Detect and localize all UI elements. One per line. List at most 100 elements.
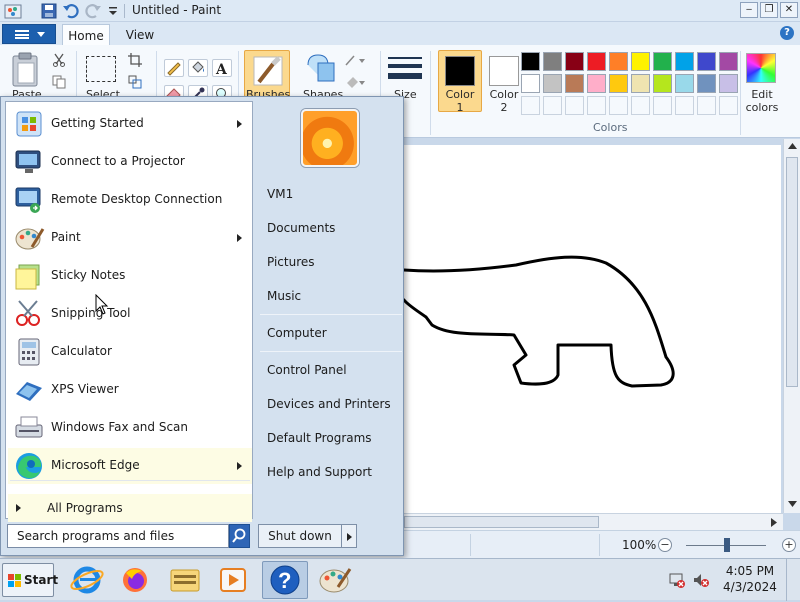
size-icon[interactable]: [388, 55, 422, 87]
tab-view[interactable]: View: [118, 24, 162, 46]
paint-app-icon[interactable]: [4, 2, 22, 20]
zoom-in-button[interactable]: +: [782, 538, 796, 552]
start-link-item[interactable]: Pictures: [267, 255, 315, 269]
pencil-tool[interactable]: [164, 59, 184, 77]
palette-swatch[interactable]: [543, 52, 562, 71]
custom-color-slot[interactable]: [675, 96, 694, 115]
custom-color-slot[interactable]: [697, 96, 716, 115]
palette-swatch[interactable]: [719, 52, 738, 71]
taskbar-internet-explorer[interactable]: [64, 561, 110, 599]
search-button[interactable]: [229, 524, 250, 548]
paste-icon[interactable]: [10, 51, 42, 89]
horizontal-scroll-thumb[interactable]: [404, 516, 599, 528]
start-program-item[interactable]: Snipping Tool: [8, 296, 252, 332]
start-program-item[interactable]: Windows Fax and Scan: [8, 410, 252, 446]
maximize-button[interactable]: ❐: [760, 2, 778, 18]
palette-swatch[interactable]: [587, 52, 606, 71]
taskbar-media-player[interactable]: [210, 561, 256, 599]
vertical-scroll-thumb[interactable]: [786, 157, 798, 387]
start-link-item[interactable]: Computer: [267, 326, 327, 340]
taskbar-file-explorer[interactable]: [162, 561, 208, 599]
search-input[interactable]: Search programs and files: [7, 524, 229, 548]
start-program-item[interactable]: Paint: [8, 220, 252, 256]
taskbar-help-support[interactable]: ?: [262, 561, 308, 599]
custom-color-slot[interactable]: [609, 96, 628, 115]
cut-icon[interactable]: [52, 53, 66, 67]
start-link-item[interactable]: Music: [267, 289, 301, 303]
minimize-button[interactable]: ‒: [740, 2, 758, 18]
custom-color-slot[interactable]: [719, 96, 738, 115]
custom-color-slot[interactable]: [543, 96, 562, 115]
zoom-out-button[interactable]: −: [658, 538, 672, 552]
palette-swatch[interactable]: [675, 52, 694, 71]
edit-colors-label[interactable]: Edit colors: [744, 88, 780, 114]
user-picture[interactable]: [301, 109, 359, 167]
tab-home[interactable]: Home: [62, 24, 110, 46]
palette-swatch[interactable]: [631, 74, 650, 93]
show-desktop-button[interactable]: [786, 559, 800, 601]
color2-button[interactable]: Color 2: [482, 50, 526, 114]
palette-swatch[interactable]: [609, 74, 628, 93]
scroll-up-icon[interactable]: [788, 143, 797, 149]
start-link-item[interactable]: Devices and Printers: [267, 397, 391, 411]
scroll-down-icon[interactable]: [788, 501, 797, 507]
palette-swatch[interactable]: [565, 74, 584, 93]
palette-swatch[interactable]: [609, 52, 628, 71]
start-program-item[interactable]: Microsoft Edge: [8, 448, 252, 484]
vertical-scrollbar[interactable]: [783, 139, 800, 513]
palette-swatch[interactable]: [653, 52, 672, 71]
palette-swatch[interactable]: [719, 74, 738, 93]
palette-swatch[interactable]: [653, 74, 672, 93]
resize-icon[interactable]: [128, 75, 142, 89]
start-link-item[interactable]: Control Panel: [267, 363, 347, 377]
palette-swatch[interactable]: [543, 74, 562, 93]
custom-color-slot[interactable]: [565, 96, 584, 115]
start-link-item[interactable]: Help and Support: [267, 465, 372, 479]
start-button[interactable]: Start: [2, 563, 58, 597]
redo-icon[interactable]: [84, 2, 102, 20]
start-program-item[interactable]: Getting Started: [8, 106, 252, 142]
start-link-item[interactable]: Documents: [267, 221, 335, 235]
fill-shape-icon[interactable]: [344, 75, 368, 89]
custom-color-slot[interactable]: [653, 96, 672, 115]
crop-icon[interactable]: [128, 53, 142, 67]
network-error-icon[interactable]: [668, 571, 686, 589]
palette-swatch[interactable]: [587, 74, 606, 93]
palette-swatch[interactable]: [631, 52, 650, 71]
start-link-item[interactable]: Default Programs: [267, 431, 372, 445]
all-programs-item[interactable]: All Programs: [8, 494, 252, 522]
customize-qat-icon[interactable]: [104, 2, 122, 20]
custom-color-slot[interactable]: [587, 96, 606, 115]
shutdown-options-button[interactable]: [341, 524, 357, 548]
shutdown-button[interactable]: Shut down: [258, 524, 342, 548]
start-program-item[interactable]: Remote Desktop Connection: [8, 182, 252, 218]
palette-swatch[interactable]: [697, 74, 716, 93]
text-tool[interactable]: A: [212, 59, 232, 78]
edit-colors-icon[interactable]: [746, 53, 776, 83]
taskbar-firefox[interactable]: [112, 561, 158, 599]
start-program-item[interactable]: XPS Viewer: [8, 372, 252, 408]
fill-tool[interactable]: [188, 59, 208, 77]
palette-swatch[interactable]: [521, 52, 540, 71]
taskbar-paint[interactable]: [312, 561, 358, 599]
palette-swatch[interactable]: [565, 52, 584, 71]
outline-icon[interactable]: [344, 53, 368, 67]
custom-color-slot[interactable]: [521, 96, 540, 115]
volume-muted-icon[interactable]: [692, 571, 710, 589]
start-program-item[interactable]: Connect to a Projector: [8, 144, 252, 180]
palette-swatch[interactable]: [521, 74, 540, 93]
palette-swatch[interactable]: [675, 74, 694, 93]
file-menu-button[interactable]: [2, 24, 56, 44]
undo-icon[interactable]: [62, 2, 80, 20]
shapes-icon[interactable]: [304, 51, 338, 85]
system-clock[interactable]: 4:05 PM 4/3/2024: [722, 563, 778, 595]
select-icon[interactable]: [86, 56, 116, 82]
zoom-slider-thumb[interactable]: [724, 538, 730, 552]
scroll-right-icon[interactable]: [771, 518, 777, 527]
copy-icon[interactable]: [52, 75, 66, 89]
start-program-item[interactable]: Calculator: [8, 334, 252, 370]
start-link-item[interactable]: VM1: [267, 187, 293, 201]
help-button[interactable]: ?: [780, 26, 794, 40]
start-program-item[interactable]: Sticky Notes: [8, 258, 252, 294]
palette-swatch[interactable]: [697, 52, 716, 71]
